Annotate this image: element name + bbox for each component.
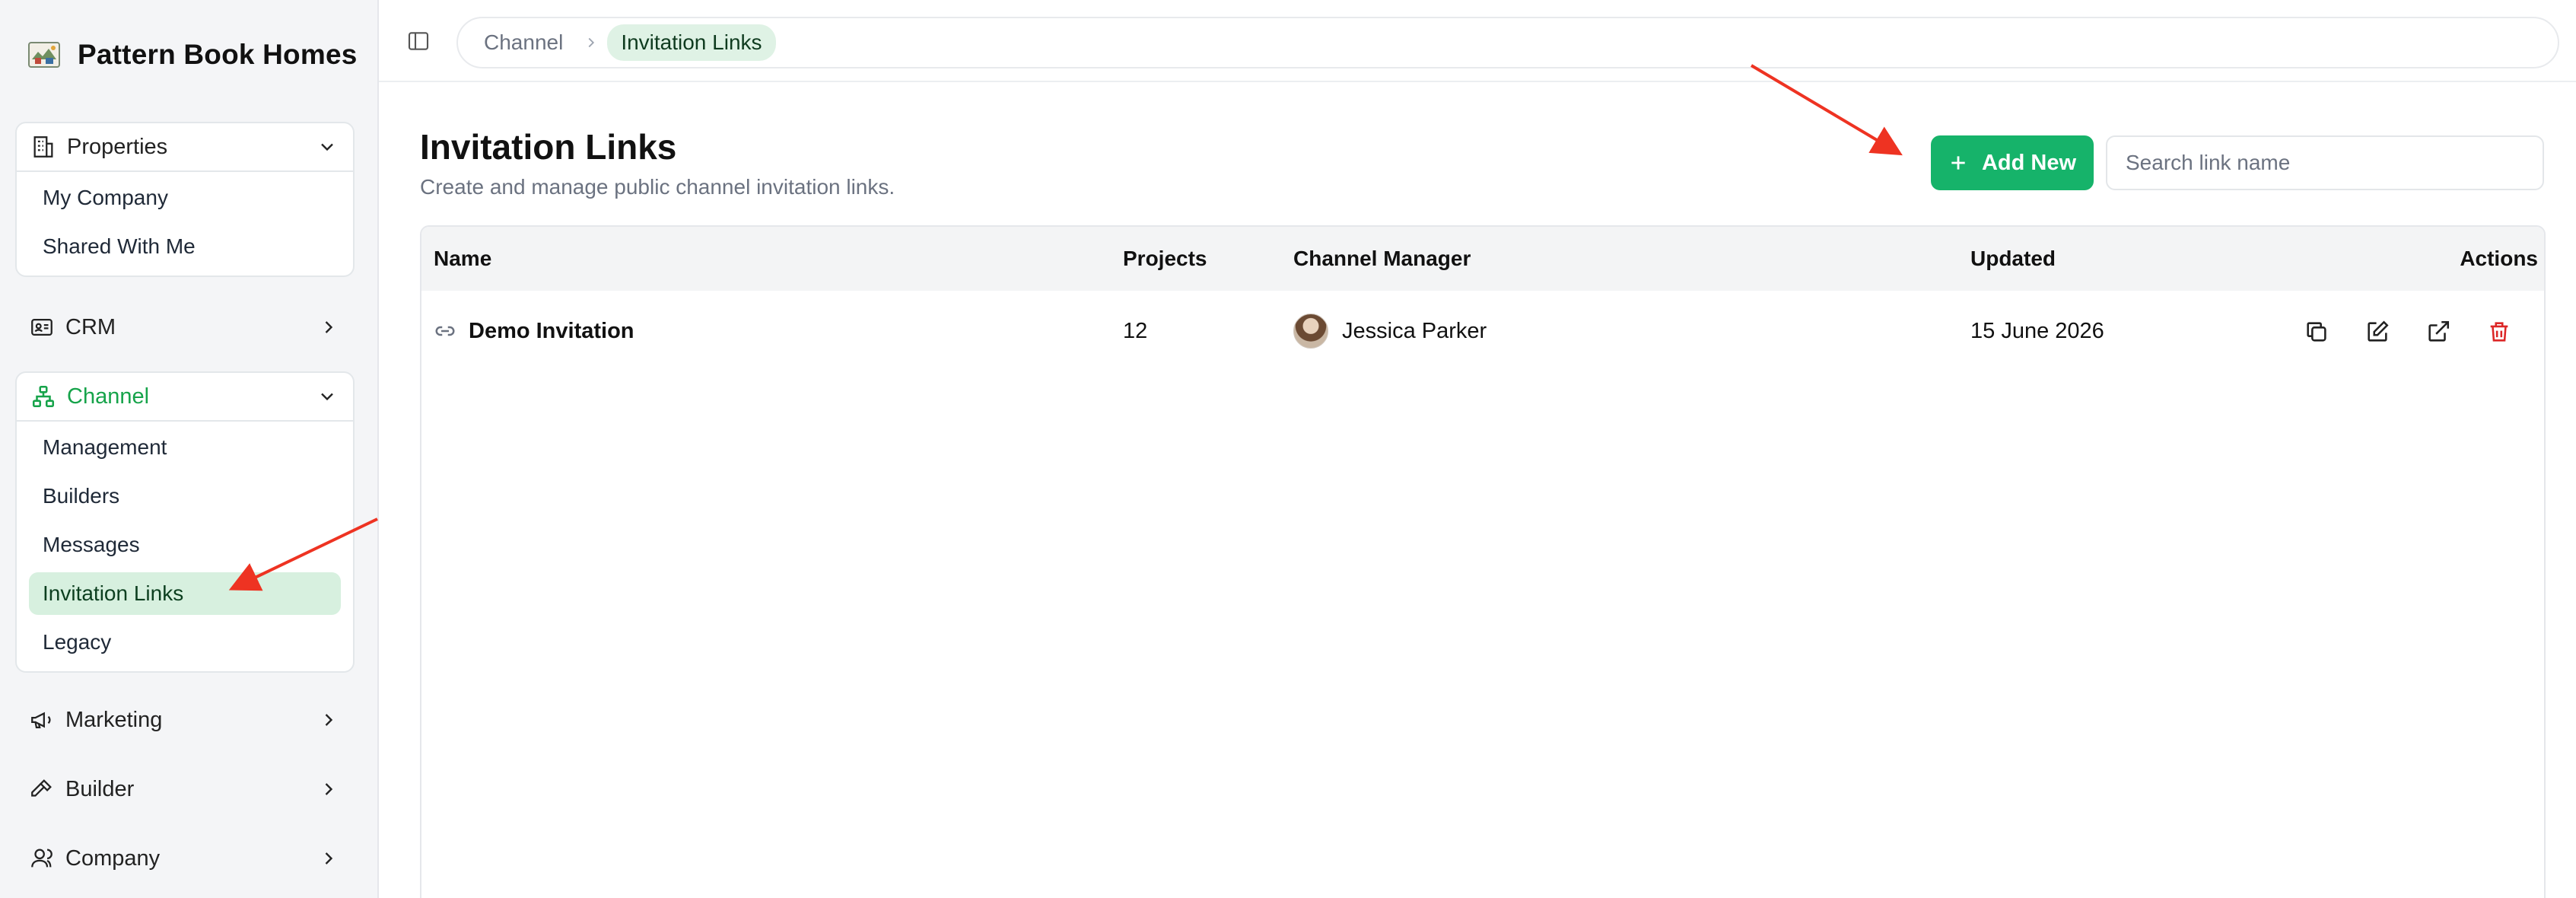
- invitation-links-table: Name Projects Channel Manager Updated Ac…: [420, 225, 2546, 898]
- plus-icon: [1951, 156, 1965, 170]
- breadcrumb-channel[interactable]: Channel: [484, 30, 563, 55]
- sidebar-toggle-icon[interactable]: [406, 29, 431, 53]
- nav-group-channel: Channel Management Builders Messages Inv…: [15, 371, 355, 673]
- nav-channel-label: Channel: [67, 384, 150, 409]
- nav-company-label: Company: [65, 845, 161, 871]
- nav-management[interactable]: Management: [29, 426, 341, 469]
- nav-group-properties: Properties My Company Shared With Me: [15, 122, 355, 277]
- brand[interactable]: Pattern Book Homes: [27, 35, 358, 75]
- nav-builder-label: Builder: [65, 776, 135, 801]
- chevron-right-icon: [325, 852, 333, 865]
- edit-icon[interactable]: [2365, 319, 2390, 345]
- nav-builder[interactable]: Builder: [15, 765, 355, 814]
- cell-name: Demo Invitation: [434, 291, 634, 371]
- breadcrumb: Channel Invitation Links: [456, 17, 2559, 68]
- col-actions: Actions: [2460, 247, 2538, 270]
- col-projects[interactable]: Projects: [1123, 247, 1207, 271]
- page-title: Invitation Links: [420, 127, 677, 167]
- chevron-right-icon: [325, 321, 333, 333]
- nav-properties[interactable]: Properties: [17, 123, 353, 172]
- user-icon: [31, 849, 52, 868]
- sidebar: Pattern Book Homes Properties My Company…: [0, 0, 377, 898]
- nav-shared-with-me[interactable]: Shared With Me: [29, 225, 341, 268]
- nav-legacy[interactable]: Legacy: [29, 621, 341, 664]
- nav-marketing[interactable]: Marketing: [15, 696, 355, 744]
- nav-channel[interactable]: Channel: [17, 373, 353, 422]
- copy-icon[interactable]: [2304, 319, 2330, 345]
- cell-projects: 12: [1123, 318, 1148, 343]
- breadcrumb-current: Invitation Links: [607, 24, 776, 61]
- nav-invitation-links[interactable]: Invitation Links: [29, 572, 341, 615]
- cell-updated: 15 June 2026: [1970, 318, 2104, 343]
- nav-properties-label: Properties: [67, 134, 168, 159]
- link-name[interactable]: Demo Invitation: [469, 319, 634, 344]
- nav-company[interactable]: Company: [15, 834, 355, 883]
- table-row[interactable]: Demo Invitation 12 Jessica Parker 15 Jun…: [421, 291, 2544, 371]
- id-card-icon: [31, 318, 52, 336]
- nav-marketing-label: Marketing: [65, 707, 163, 732]
- col-updated[interactable]: Updated: [1970, 247, 2056, 271]
- megaphone-icon: [31, 712, 51, 729]
- table-header: Name Projects Channel Manager Updated Ac…: [421, 227, 2544, 291]
- app-logo-icon: [28, 42, 60, 68]
- link-icon: [435, 326, 455, 336]
- chevron-down-icon: [321, 143, 333, 151]
- add-new-button[interactable]: Add New: [1931, 135, 2094, 190]
- brand-name: Pattern Book Homes: [78, 39, 358, 70]
- chevron-down-icon: [321, 393, 333, 401]
- chevron-right-icon: [588, 37, 595, 48]
- nav-messages[interactable]: Messages: [29, 524, 341, 566]
- search-input[interactable]: [2106, 135, 2544, 190]
- nav-crm-label: CRM: [65, 314, 116, 339]
- add-new-label: Add New: [1981, 150, 2077, 175]
- nav-crm[interactable]: CRM: [15, 303, 355, 352]
- sitemap-icon: [32, 385, 55, 408]
- external-link-icon[interactable]: [2425, 319, 2451, 345]
- chevron-right-icon: [325, 783, 333, 795]
- nav-my-company[interactable]: My Company: [29, 177, 341, 219]
- nav-builders[interactable]: Builders: [29, 475, 341, 517]
- hammer-icon: [31, 779, 52, 797]
- col-name[interactable]: Name: [434, 247, 491, 271]
- manager-name: Jessica Parker: [1342, 318, 1487, 343]
- top-bar: Channel Invitation Links: [379, 0, 2576, 82]
- avatar: [1293, 314, 1328, 349]
- page-subtitle: Create and manage public channel invitat…: [420, 175, 895, 199]
- cell-manager: Jessica Parker: [1293, 291, 1487, 371]
- trash-icon[interactable]: [2486, 319, 2512, 345]
- building-icon: [33, 136, 53, 158]
- col-channel-manager[interactable]: Channel Manager: [1293, 247, 1471, 271]
- main-content: Channel Invitation Links Invitation Link…: [377, 0, 2576, 898]
- chevron-right-icon: [325, 714, 333, 726]
